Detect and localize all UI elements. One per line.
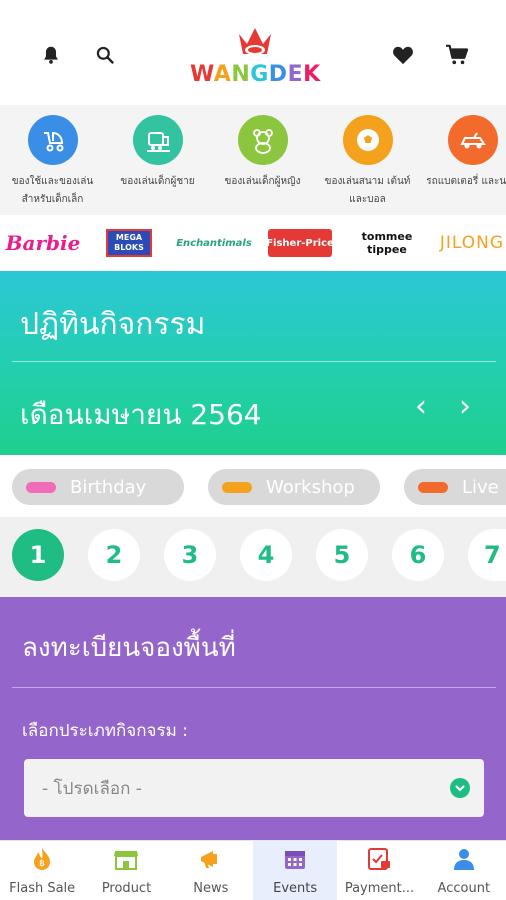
category-label: ของเล่นสนาม เต้นท์ และบอล xyxy=(324,176,411,205)
tab-news[interactable]: News xyxy=(169,841,253,900)
register-title: ลงทะเบียนจองพื้นที่ xyxy=(22,633,236,663)
prev-month-button[interactable]: ‹ xyxy=(406,392,436,423)
calendar-header: ปฏิทินกิจกรรม เดือนเมษายน 2564 ‹ › xyxy=(0,271,506,455)
category-item-girls[interactable]: ของเล่นเด็กผู้หญิง xyxy=(210,105,315,215)
store-icon xyxy=(112,845,140,873)
day-7[interactable]: 7 xyxy=(468,529,506,581)
tab-label: Payment... xyxy=(344,881,415,896)
brand-fisher-price[interactable]: Fisher-Price xyxy=(266,229,334,257)
wangdek-logo[interactable]: WANGDEK xyxy=(190,20,320,90)
app-header: WANGDEK xyxy=(0,0,506,105)
ball-icon xyxy=(342,115,393,165)
event-type-legend: Birthday Workshop Live xyxy=(0,455,506,517)
day-3[interactable]: 3 xyxy=(164,529,216,581)
brand-mega-bloks[interactable]: MEGA BLOKS xyxy=(106,229,152,257)
brand-strip: Barbie MEGA BLOKS Enchantimals Fisher-Pr… xyxy=(0,215,506,271)
brand-barbie[interactable]: Barbie xyxy=(6,229,81,257)
payment-icon xyxy=(365,845,393,873)
chip-live[interactable]: Live xyxy=(404,469,506,505)
chip-label: Live xyxy=(462,476,499,498)
tab-label: Events xyxy=(273,881,318,896)
bell-icon[interactable] xyxy=(36,40,66,70)
category-bar: ของใช้และของเล่นสำหรับเด็กเล็ก ของเล่นเด… xyxy=(0,105,506,215)
tab-label: Account xyxy=(437,881,491,896)
tab-payment[interactable]: Payment... xyxy=(337,841,421,900)
divider xyxy=(12,687,496,688)
register-panel: ลงทะเบียนจองพื้นที่ เลือกประเภทกิจกจรม :… xyxy=(0,597,506,840)
bear-icon xyxy=(237,115,288,165)
day-selector: 1 2 3 4 5 6 7 xyxy=(0,517,506,597)
category-label: ของเล่นเด็กผู้หญิง xyxy=(224,176,301,187)
search-icon[interactable] xyxy=(90,40,120,70)
birthday-swatch xyxy=(26,481,56,493)
tab-label: News xyxy=(193,881,229,896)
day-4[interactable]: 4 xyxy=(240,529,292,581)
category-item-baby[interactable]: ของใช้และของเล่นสำหรับเด็กเล็ก xyxy=(0,105,105,215)
category-item-cars[interactable]: รถแบตเตอรี่ และนาฬิ xyxy=(420,105,506,215)
chip-label: Workshop xyxy=(266,476,355,498)
car-icon xyxy=(447,115,498,165)
tab-label: Flash Sale xyxy=(9,881,76,896)
tab-flash-sale[interactable]: ฿ Flash Sale xyxy=(0,841,84,900)
chip-label: Birthday xyxy=(70,476,147,498)
category-item-boys[interactable]: ของเล่นเด็กผู้ชาย xyxy=(105,105,210,215)
select-placeholder: - โปรดเลือก - xyxy=(42,778,142,799)
chip-birthday[interactable]: Birthday xyxy=(12,469,184,505)
bottom-nav: ฿ Flash Sale Product News Events Payment… xyxy=(0,840,506,900)
heart-icon[interactable] xyxy=(388,40,418,70)
day-6[interactable]: 6 xyxy=(392,529,444,581)
next-month-button[interactable]: › xyxy=(450,392,480,423)
brand-tommee-tippee[interactable]: tommee tippee xyxy=(348,229,426,257)
tab-account[interactable]: Account xyxy=(422,841,506,900)
live-swatch xyxy=(418,481,448,493)
tab-label: Product xyxy=(101,881,152,896)
crown-icon xyxy=(239,28,271,55)
brand-jilong[interactable]: JILONG xyxy=(438,229,506,257)
category-label: ของใช้และของเล่นสำหรับเด็กเล็ก xyxy=(11,176,94,205)
calendar-month: เดือนเมษายน 2564 xyxy=(20,398,262,431)
calendar-icon xyxy=(281,845,309,873)
divider xyxy=(12,361,496,362)
event-type-select[interactable]: - โปรดเลือก - xyxy=(24,759,484,817)
category-label: ของเล่นเด็กผู้ชาย xyxy=(120,176,195,187)
tab-events[interactable]: Events xyxy=(252,841,338,900)
category-item-outdoor[interactable]: ของเล่นสนาม เต้นท์ และบอล xyxy=(315,105,420,215)
megaphone-icon xyxy=(197,845,225,873)
workshop-swatch xyxy=(222,481,252,493)
train-icon xyxy=(132,115,183,165)
flame-icon: ฿ xyxy=(28,845,56,873)
calendar-title: ปฏิทินกิจกรรม xyxy=(20,307,206,342)
stroller-icon xyxy=(27,115,78,165)
category-label: รถแบตเตอรี่ และนาฬิ xyxy=(426,176,506,187)
chip-workshop[interactable]: Workshop xyxy=(208,469,380,505)
day-5[interactable]: 5 xyxy=(316,529,368,581)
cart-icon[interactable] xyxy=(442,40,472,70)
svg-text:฿: ฿ xyxy=(39,859,45,869)
logo-text: WANGDEK xyxy=(190,62,321,87)
chevron-down-icon xyxy=(450,778,470,798)
event-type-label: เลือกประเภทกิจกจรม : xyxy=(22,721,188,741)
day-2[interactable]: 2 xyxy=(88,529,140,581)
brand-enchantimals[interactable]: Enchantimals xyxy=(176,229,252,257)
tab-product[interactable]: Product xyxy=(84,841,168,900)
account-icon xyxy=(450,845,478,873)
day-1[interactable]: 1 xyxy=(12,529,64,581)
